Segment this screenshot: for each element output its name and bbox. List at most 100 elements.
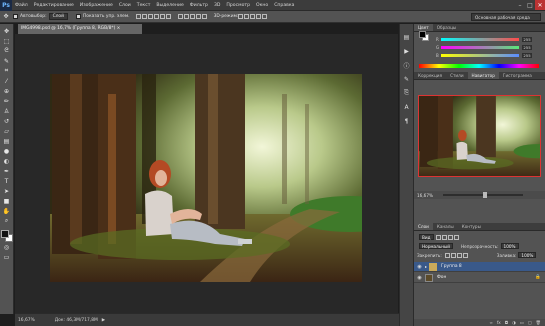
blue-slider-value[interactable]: 255 [522, 52, 532, 58]
navigator-zoom-value[interactable]: 16,67% [417, 193, 433, 198]
distribute-2-icon[interactable] [183, 14, 189, 19]
history-brush-tool-icon[interactable]: ↺ [2, 117, 12, 126]
type-tool-icon[interactable]: T [2, 177, 12, 186]
shape-tool-icon[interactable]: ■ [2, 197, 12, 206]
group-expand-chevron-icon[interactable]: ▸ [425, 264, 427, 269]
align-center-icon[interactable] [159, 14, 165, 19]
menu-layers[interactable]: Слои [116, 3, 134, 8]
distribute-1-icon[interactable] [177, 14, 183, 19]
character-panel-icon[interactable]: A [402, 102, 412, 112]
layer-filter-select[interactable]: Вид [419, 234, 434, 240]
blue-slider-track[interactable] [441, 53, 519, 57]
lock-transparency-icon[interactable] [444, 252, 450, 258]
lock-position-icon[interactable] [456, 252, 462, 258]
auto-select-dropdown[interactable]: Слой [48, 13, 68, 20]
menu-image[interactable]: Изображение [77, 3, 116, 8]
color-spectrum-bar[interactable] [419, 64, 539, 68]
pen-tool-icon[interactable]: ✒ [2, 167, 12, 176]
crop-tool-icon[interactable]: ⌗ [2, 67, 12, 76]
auto-select-checkbox[interactable] [13, 14, 18, 19]
maximize-button[interactable]: □ [525, 0, 535, 10]
distribute-4-icon[interactable] [195, 14, 201, 19]
eraser-tool-icon[interactable]: ▱ [2, 127, 12, 136]
zoom-level[interactable]: 16,67% [18, 318, 35, 323]
adjust-icon[interactable]: ◑ [512, 320, 516, 325]
gradient-tool-icon[interactable]: ▤ [2, 137, 12, 146]
opacity-input[interactable]: 100% [500, 243, 519, 249]
blend-mode-select[interactable]: Нормальный [419, 243, 454, 249]
navigator-zoom-knob[interactable] [482, 192, 487, 198]
tab-styles[interactable]: Стили [446, 72, 467, 79]
transform-controls-checkbox[interactable] [75, 14, 81, 19]
tab-paths[interactable]: Контуры [458, 223, 485, 230]
move-tool-icon[interactable]: ✥ [2, 13, 10, 21]
tab-navigator[interactable]: Навигатор [467, 72, 499, 79]
marquee-tool-icon[interactable]: ⬚ [2, 37, 12, 46]
layer-row[interactable]: ◉ Фон 🔒 [414, 273, 545, 283]
info-panel-icon[interactable]: ⓘ [402, 60, 412, 70]
screen-mode-icon[interactable]: ▭ [2, 253, 12, 262]
status-menu-arrow-icon[interactable]: ▶ [102, 318, 105, 323]
red-slider-value[interactable]: 255 [522, 36, 532, 42]
menu-help[interactable]: Справка [271, 3, 297, 8]
zoom-tool-icon[interactable]: ⌕ [2, 217, 12, 226]
red-slider[interactable]: R 255 [436, 36, 536, 42]
menu-3d[interactable]: 3D [211, 3, 223, 8]
link-icon[interactable]: ∞ [489, 320, 493, 325]
menu-type[interactable]: Текст [134, 3, 154, 8]
brush-panel-icon[interactable]: ✎ [402, 74, 412, 84]
filter-pixel-icon[interactable] [435, 234, 441, 240]
green-slider-track[interactable] [441, 45, 519, 49]
3d-slide-icon[interactable] [256, 14, 262, 19]
brush-tool-icon[interactable]: ✏ [2, 97, 12, 106]
menu-window[interactable]: Окно [253, 3, 271, 8]
layer-visibility-eye-icon[interactable]: ◉ [416, 275, 423, 281]
filter-type-icon[interactable] [447, 234, 453, 240]
align-right-icon[interactable] [165, 14, 171, 19]
align-middle-icon[interactable] [141, 14, 147, 19]
hand-tool-icon[interactable]: ✋ [2, 207, 12, 216]
history-panel-icon[interactable]: ▤ [402, 32, 412, 42]
distribute-3-icon[interactable] [189, 14, 195, 19]
menu-view[interactable]: Просмотр [223, 3, 253, 8]
layer-row[interactable]: ◉ ▸ Группа 8 [414, 262, 545, 272]
path-select-tool-icon[interactable]: ➤ [2, 187, 12, 196]
3d-scale-icon[interactable] [262, 14, 268, 19]
tab-adjustments[interactable]: Коррекция [414, 72, 446, 79]
quick-mask-icon[interactable]: ◎ [2, 243, 12, 252]
blue-slider[interactable]: B 255 [436, 52, 536, 58]
quick-select-tool-icon[interactable]: ✎ [2, 57, 12, 66]
layer-name[interactable]: Группа 8 [441, 264, 462, 269]
clone-source-panel-icon[interactable]: ⎘ [402, 88, 412, 98]
document-tab[interactable]: IMG4998.psd @ 16,7% (Группа 8, RGB/8*) × [18, 24, 142, 34]
clone-stamp-tool-icon[interactable]: ♙ [2, 107, 12, 116]
red-slider-track[interactable] [441, 37, 519, 41]
mask-icon[interactable]: ◘ [505, 320, 508, 325]
3d-roll-icon[interactable] [244, 14, 250, 19]
paragraph-panel-icon[interactable]: ¶ [402, 116, 412, 126]
fx-icon[interactable]: fx [497, 320, 501, 325]
new-layer-icon[interactable]: ▢ [528, 320, 532, 325]
menu-file[interactable]: Файл [12, 3, 31, 8]
move-tool-icon[interactable]: ✥ [2, 27, 12, 36]
align-left-icon[interactable] [153, 14, 159, 19]
layer-name[interactable]: Фон [437, 275, 446, 280]
3d-rotate-icon[interactable] [238, 14, 244, 19]
blur-tool-icon[interactable]: ● [2, 147, 12, 156]
color-panel-swatches[interactable] [419, 31, 429, 41]
healing-brush-tool-icon[interactable]: ⊕ [2, 87, 12, 96]
align-top-icon[interactable] [135, 14, 141, 19]
dodge-tool-icon[interactable]: ◐ [2, 157, 12, 166]
folder-icon[interactable]: ▭ [520, 320, 524, 325]
3d-pan-icon[interactable] [250, 14, 256, 19]
menu-filter[interactable]: Фильтр [187, 3, 211, 8]
menu-edit[interactable]: Редактирование [31, 3, 77, 8]
minimize-button[interactable]: – [515, 0, 525, 10]
fill-input[interactable]: 100% [518, 252, 537, 258]
layer-visibility-eye-icon[interactable]: ◉ [416, 264, 423, 270]
align-bottom-icon[interactable] [147, 14, 153, 19]
eyedropper-tool-icon[interactable]: ⁄ [2, 77, 12, 86]
filter-adjust-icon[interactable] [441, 234, 447, 240]
color-panel-foreground-swatch[interactable] [419, 31, 426, 38]
workspace-select[interactable]: Основная рабочая среда [471, 13, 541, 21]
